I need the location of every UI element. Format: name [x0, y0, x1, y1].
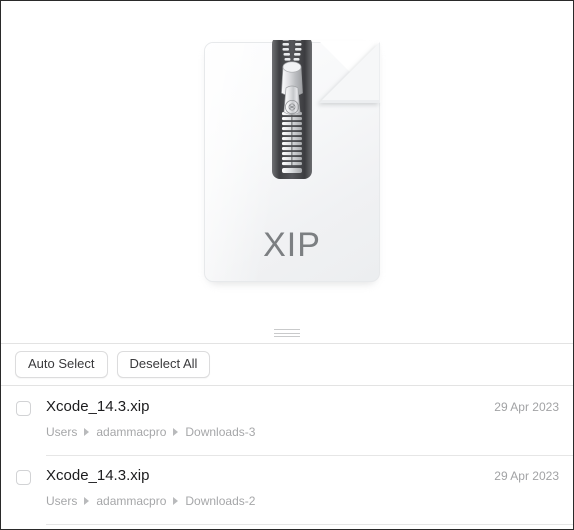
- chevron-right-icon: [84, 427, 90, 436]
- breadcrumb: Users adammacpro Downloads-3: [46, 425, 494, 439]
- xip-format-label: XIP: [263, 226, 321, 264]
- row-details: Xcode_14.3.xip Users adammacpro Download…: [46, 387, 494, 439]
- breadcrumb-segment: Users: [46, 424, 78, 439]
- pane-splitter: [1, 326, 573, 344]
- file-date: 29 Apr 2023: [494, 400, 559, 414]
- row-separator: [46, 524, 573, 525]
- breadcrumb-segment: adammacpro: [96, 424, 167, 439]
- duplicate-file-list: Xcode_14.3.xip Users adammacpro Download…: [1, 387, 573, 529]
- row-details: Xcode_14.3.xip Users adammacpro Download…: [46, 456, 494, 508]
- xip-archive-file-icon: XIP: [204, 40, 381, 284]
- file-name: Xcode_14.3.xip: [46, 398, 150, 415]
- row-checkbox-cell: [1, 387, 46, 416]
- breadcrumb-segment: Users: [46, 493, 78, 508]
- folded-corner-highlight: [322, 43, 379, 100]
- breadcrumb: Users adammacpro Downloads-2: [46, 494, 494, 508]
- chevron-right-icon: [84, 496, 90, 505]
- file-select-checkbox[interactable]: [16, 470, 31, 485]
- zipper-icon: [272, 40, 312, 179]
- handle-line: [274, 336, 300, 337]
- selection-toolbar: Auto Select Deselect All: [1, 344, 573, 386]
- file-select-checkbox[interactable]: [16, 401, 31, 416]
- row-checkbox-cell: [1, 456, 46, 485]
- file-date: 29 Apr 2023: [494, 469, 559, 483]
- breadcrumb-segment: Downloads-3: [185, 424, 256, 439]
- handle-line: [274, 332, 300, 334]
- auto-select-button[interactable]: Auto Select: [15, 350, 108, 379]
- pane-resize-handle[interactable]: [274, 329, 300, 337]
- file-preview-pane: XIP: [1, 2, 573, 327]
- handle-line: [274, 329, 300, 330]
- deselect-all-button[interactable]: Deselect All: [116, 350, 211, 379]
- table-row[interactable]: Xcode_14.3.xip Users adammacpro Download…: [1, 387, 573, 456]
- file-name: Xcode_14.3.xip: [46, 467, 150, 484]
- breadcrumb-segment: Downloads-2: [185, 493, 256, 508]
- chevron-right-icon: [173, 427, 179, 436]
- app-window: groovyPost.com XIP: [0, 0, 574, 530]
- table-row[interactable]: Xcode_14.3.xip Users adammacpro Download…: [1, 456, 573, 525]
- chevron-right-icon: [173, 496, 179, 505]
- breadcrumb-segment: adammacpro: [96, 493, 167, 508]
